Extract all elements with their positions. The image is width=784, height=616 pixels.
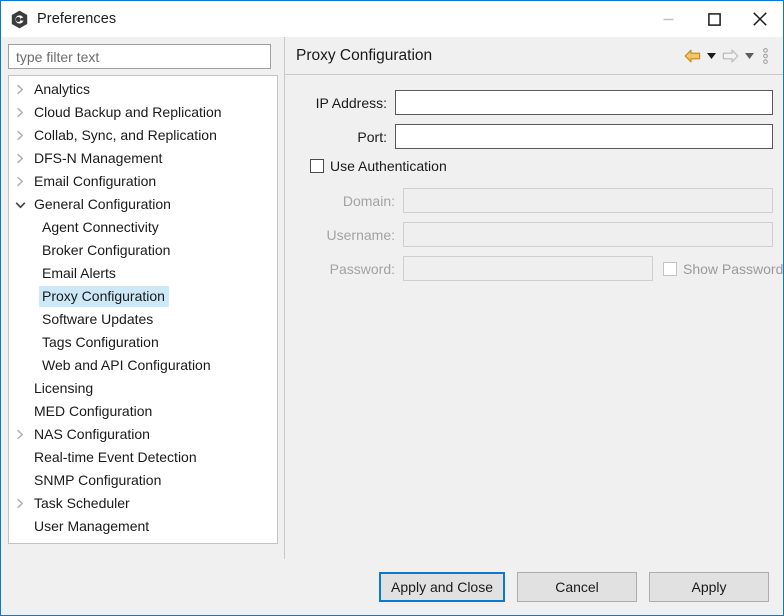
tree-item-software-updates[interactable]: Software Updates [9, 308, 277, 331]
show-password-row: Show Password [663, 261, 783, 277]
tree-item-tags-configuration[interactable]: Tags Configuration [9, 331, 277, 354]
chevron-right-icon[interactable] [9, 176, 31, 187]
forward-history-chevron-down-icon[interactable] [741, 45, 757, 67]
tree-item-label: Licensing [31, 378, 97, 399]
close-icon[interactable] [737, 1, 783, 37]
tree-item-web-and-api-configuration[interactable]: Web and API Configuration [9, 354, 277, 377]
tree-item-broker-configuration[interactable]: Broker Configuration [9, 239, 277, 262]
apply-button[interactable]: Apply [649, 572, 769, 602]
preference-page: Proxy Configuration [284, 37, 783, 559]
username-input [403, 222, 773, 247]
vertical-dots-icon[interactable] [757, 45, 773, 67]
username-label: Username: [295, 227, 403, 243]
tree-item-label: Agent Connectivity [39, 217, 163, 238]
port-row: Port: [295, 124, 773, 149]
chevron-right-icon[interactable] [9, 153, 31, 164]
chevron-down-icon[interactable] [9, 201, 31, 209]
use-authentication-row[interactable]: Use Authentication [310, 158, 773, 174]
tree-item-label: Collab, Sync, and Replication [31, 125, 221, 146]
domain-label: Domain: [295, 193, 403, 209]
username-row: Username: [295, 222, 773, 247]
chevron-right-icon[interactable] [9, 130, 31, 141]
back-history-chevron-down-icon[interactable] [703, 45, 719, 67]
tree-item-agent-connectivity[interactable]: Agent Connectivity [9, 216, 277, 239]
tree-item-label: Web and API Configuration [39, 355, 215, 376]
tree-item-user-management[interactable]: User Management [9, 515, 277, 538]
window-title: Preferences [37, 11, 116, 27]
tree-item-licensing[interactable]: Licensing [9, 377, 277, 400]
tree-item-real-time-event-detection[interactable]: Real-time Event Detection [9, 446, 277, 469]
maximize-icon[interactable] [691, 1, 737, 37]
preferences-navigation: type filter text AnalyticsCloud Backup a… [1, 37, 278, 559]
ip-address-input[interactable] [395, 90, 773, 115]
tree-item-email-alerts[interactable]: Email Alerts [9, 262, 277, 285]
tree-item-label: Email Configuration [31, 171, 160, 192]
tree-item-label: Real-time Event Detection [31, 447, 201, 468]
ip-address-label: IP Address: [295, 95, 395, 111]
tree-item-email-configuration[interactable]: Email Configuration [9, 170, 277, 193]
show-password-label: Show Password [683, 261, 783, 277]
title-bar: Preferences [1, 1, 783, 37]
tree-item-collab-sync-and-replication[interactable]: Collab, Sync, and Replication [9, 124, 277, 147]
dialog-button-bar: Apply and Close Cancel Apply [1, 559, 783, 615]
page-toolbar [681, 45, 773, 67]
tree-item-label: Email Alerts [39, 263, 120, 284]
chevron-right-icon[interactable] [9, 498, 31, 509]
tree-item-label: User Management [31, 516, 153, 537]
tree-item-label: Software Updates [39, 309, 157, 330]
port-input[interactable] [395, 124, 773, 149]
filter-input[interactable]: type filter text [8, 44, 271, 69]
tree-item-snmp-configuration[interactable]: SNMP Configuration [9, 469, 277, 492]
tree-item-label: Tags Configuration [39, 332, 163, 353]
tree-item-med-configuration[interactable]: MED Configuration [9, 400, 277, 423]
port-label: Port: [295, 129, 395, 145]
ip-address-row: IP Address: [295, 90, 773, 115]
page-title: Proxy Configuration [296, 47, 681, 65]
password-row: Password: Show Password [295, 256, 773, 281]
app-hex-icon [11, 10, 28, 29]
tree-item-analytics[interactable]: Analytics [9, 78, 277, 101]
tree-item-nas-configuration[interactable]: NAS Configuration [9, 423, 277, 446]
tree-item-dfs-n-management[interactable]: DFS-N Management [9, 147, 277, 170]
tree-item-label: SNMP Configuration [31, 470, 165, 491]
tree-item-label: Broker Configuration [39, 240, 174, 261]
chevron-right-icon[interactable] [9, 84, 31, 95]
page-header: Proxy Configuration [285, 37, 783, 75]
tree-item-label: General Configuration [31, 194, 175, 215]
apply-and-close-button[interactable]: Apply and Close [379, 572, 505, 602]
minimize-icon[interactable] [645, 1, 691, 37]
password-input [403, 256, 653, 281]
tree-item-label: NAS Configuration [31, 424, 154, 445]
tree-item-label: Cloud Backup and Replication [31, 102, 226, 123]
back-arrow-icon[interactable] [681, 45, 703, 67]
tree-item-proxy-configuration[interactable]: Proxy Configuration [9, 285, 277, 308]
chevron-right-icon[interactable] [9, 107, 31, 118]
proxy-configuration-form: IP Address: Port: Use Authentication Dom… [285, 75, 783, 559]
show-password-checkbox [663, 262, 677, 276]
window-controls [645, 1, 783, 37]
preferences-tree[interactable]: AnalyticsCloud Backup and ReplicationCol… [8, 75, 278, 544]
cancel-button[interactable]: Cancel [517, 572, 637, 602]
tree-item-label: Proxy Configuration [39, 286, 169, 307]
domain-row: Domain: [295, 188, 773, 213]
use-authentication-label: Use Authentication [330, 158, 447, 174]
filter-placeholder: type filter text [16, 49, 99, 65]
preferences-window: Preferences type filter text AnalyticsCl… [0, 0, 784, 616]
chevron-right-icon[interactable] [9, 429, 31, 440]
tree-item-label: Task Scheduler [31, 493, 134, 514]
password-label: Password: [295, 261, 403, 277]
domain-input [403, 188, 773, 213]
tree-item-label: MED Configuration [31, 401, 156, 422]
tree-item-cloud-backup-and-replication[interactable]: Cloud Backup and Replication [9, 101, 277, 124]
forward-arrow-icon [719, 45, 741, 67]
tree-item-label: Analytics [31, 79, 94, 100]
tree-item-task-scheduler[interactable]: Task Scheduler [9, 492, 277, 515]
tree-item-general-configuration[interactable]: General Configuration [9, 193, 277, 216]
use-authentication-checkbox[interactable] [310, 159, 324, 173]
tree-item-label: DFS-N Management [31, 148, 166, 169]
dialog-content: type filter text AnalyticsCloud Backup a… [1, 37, 783, 559]
